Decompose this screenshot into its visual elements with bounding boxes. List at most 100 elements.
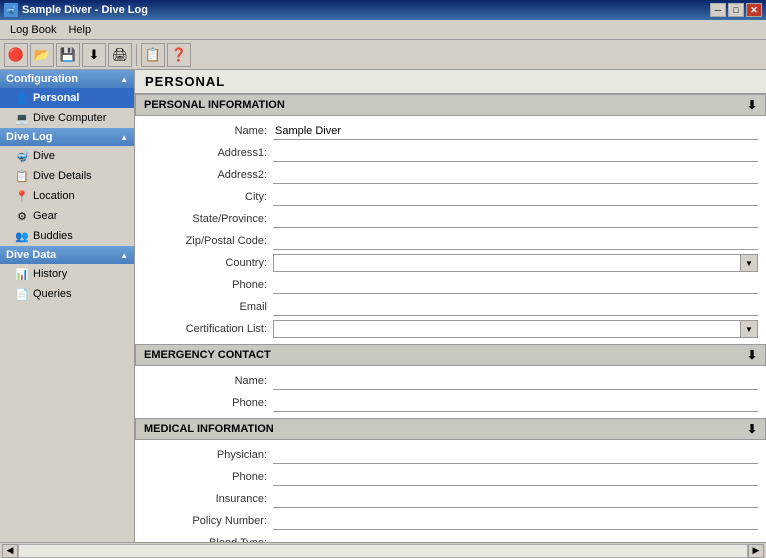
select-country[interactable] xyxy=(273,254,758,272)
section-medical-info: MEDICAL INFORMATION ⬇ Physician: Phone: … xyxy=(135,418,766,542)
input-zip[interactable] xyxy=(273,232,758,250)
sidebar-item-buddies[interactable]: 👥 Buddies xyxy=(0,226,134,246)
label-address1: Address1: xyxy=(143,147,273,159)
label-insurance: Insurance: xyxy=(143,493,273,505)
dive-icon: 🤿 xyxy=(14,148,30,164)
sidebar-item-queries[interactable]: 📄 Queries xyxy=(0,284,134,304)
location-icon: 📍 xyxy=(14,188,30,204)
personal-info-header-label: PERSONAL INFORMATION xyxy=(144,99,285,111)
dive-details-icon: 📋 xyxy=(14,168,30,184)
input-physician[interactable] xyxy=(273,446,758,464)
input-city[interactable] xyxy=(273,188,758,206)
maximize-button[interactable]: □ xyxy=(728,3,744,17)
dive-computer-icon: 💻 xyxy=(14,110,30,126)
input-name[interactable] xyxy=(273,122,758,140)
medical-header-label: MEDICAL INFORMATION xyxy=(144,423,274,435)
select-wrapper-certification: ▼ xyxy=(273,320,758,338)
section-header-configuration[interactable]: Configuration ▲ xyxy=(0,70,134,88)
form-row-city: City: xyxy=(135,186,766,208)
medical-collapse-icon: ⬇ xyxy=(747,422,757,436)
form-row-certification: Certification List: ▼ xyxy=(135,318,766,340)
input-email[interactable] xyxy=(273,298,758,316)
label-state: State/Province: xyxy=(143,213,273,225)
form-row-emergency-phone: Phone: xyxy=(135,392,766,414)
form-row-emergency-name: Name: xyxy=(135,370,766,392)
menu-help[interactable]: Help xyxy=(62,22,97,38)
input-address1[interactable] xyxy=(273,144,758,162)
toolbar-print[interactable]: 🖨 xyxy=(108,43,132,67)
form-row-phone: Phone: xyxy=(135,274,766,296)
input-emergency-phone[interactable] xyxy=(273,394,758,412)
toolbar-open[interactable]: 📂 xyxy=(30,43,54,67)
right-panel: PERSONAL PERSONAL INFORMATION ⬇ Name: Ad… xyxy=(135,70,766,542)
queries-label: Queries xyxy=(33,288,72,300)
sidebar-item-gear[interactable]: ⚙ Gear xyxy=(0,206,134,226)
label-policy-number: Policy Number: xyxy=(143,515,273,527)
personal-info-content: Name: Address1: Address2: City: State/Pr… xyxy=(135,116,766,344)
toolbar-help[interactable]: ❓ xyxy=(167,43,191,67)
toolbar-save[interactable]: 💾 xyxy=(56,43,80,67)
form-row-insurance: Insurance: xyxy=(135,488,766,510)
input-state[interactable] xyxy=(273,210,758,228)
section-header-dive-data[interactable]: Dive Data ▲ xyxy=(0,246,134,264)
gear-label: Gear xyxy=(33,210,57,222)
configuration-items: 👤 Personal 💻 Dive Computer xyxy=(0,88,134,128)
menu-bar: Log Book Help xyxy=(0,20,766,40)
close-button[interactable]: ✕ xyxy=(746,3,762,17)
medical-content: Physician: Phone: Insurance: Policy Numb… xyxy=(135,440,766,542)
toolbar-download[interactable]: ⬇ xyxy=(82,43,106,67)
sidebar-item-location[interactable]: 📍 Location xyxy=(0,186,134,206)
label-city: City: xyxy=(143,191,273,203)
toolbar-new[interactable]: 🔴 xyxy=(4,43,28,67)
label-emergency-phone: Phone: xyxy=(143,397,273,409)
scroll-left-button[interactable]: ◀ xyxy=(2,544,18,558)
toolbar: 🔴 📂 💾 ⬇ 🖨 📋 ❓ xyxy=(0,40,766,70)
form-row-medical-phone: Phone: xyxy=(135,466,766,488)
buddies-icon: 👥 xyxy=(14,228,30,244)
toolbar-separator xyxy=(136,44,137,66)
dive-log-label: Dive Log xyxy=(6,131,52,143)
label-blood-type: Blood Type: xyxy=(143,537,273,542)
section-personal-info: PERSONAL INFORMATION ⬇ Name: Address1: A… xyxy=(135,94,766,344)
label-emergency-name: Name: xyxy=(143,375,273,387)
scroll-right-button[interactable]: ▶ xyxy=(748,544,764,558)
dive-details-label: Dive Details xyxy=(33,170,92,182)
minimize-button[interactable]: ─ xyxy=(710,3,726,17)
emergency-collapse-icon: ⬇ xyxy=(747,348,757,362)
history-label: History xyxy=(33,268,67,280)
section-header-dive-log[interactable]: Dive Log ▲ xyxy=(0,128,134,146)
personal-icon: 👤 xyxy=(14,90,30,106)
form-row-zip: Zip/Postal Code: xyxy=(135,230,766,252)
input-phone[interactable] xyxy=(273,276,758,294)
input-address2[interactable] xyxy=(273,166,758,184)
input-emergency-name[interactable] xyxy=(273,372,758,390)
menu-logbook[interactable]: Log Book xyxy=(4,22,62,38)
label-country: Country: xyxy=(143,257,273,269)
form-row-address2: Address2: xyxy=(135,164,766,186)
input-medical-phone[interactable] xyxy=(273,468,758,486)
sidebar-item-history[interactable]: 📊 History xyxy=(0,264,134,284)
queries-icon: 📄 xyxy=(14,286,30,302)
dive-log-arrow: ▲ xyxy=(120,133,128,142)
toolbar-copy[interactable]: 📋 xyxy=(141,43,165,67)
sidebar-item-dive-computer[interactable]: 💻 Dive Computer xyxy=(0,108,134,128)
input-insurance[interactable] xyxy=(273,490,758,508)
accordion-header-medical[interactable]: MEDICAL INFORMATION ⬇ xyxy=(135,418,766,440)
sidebar-item-dive-details[interactable]: 📋 Dive Details xyxy=(0,166,134,186)
accordion-header-emergency[interactable]: EMERGENCY CONTACT ⬇ xyxy=(135,344,766,366)
select-certification[interactable] xyxy=(273,320,758,338)
configuration-arrow: ▲ xyxy=(120,75,128,84)
input-blood-type[interactable] xyxy=(273,534,758,542)
label-address2: Address2: xyxy=(143,169,273,181)
personal-info-collapse-icon: ⬇ xyxy=(747,98,757,112)
input-policy-number[interactable] xyxy=(273,512,758,530)
select-wrapper-country: ▼ xyxy=(273,254,758,272)
label-physician: Physician: xyxy=(143,449,273,461)
accordion-header-personal-info[interactable]: PERSONAL INFORMATION ⬇ xyxy=(135,94,766,116)
form-row-policy-number: Policy Number: xyxy=(135,510,766,532)
dive-log-items: 🤿 Dive 📋 Dive Details 📍 Location ⚙ Gear … xyxy=(0,146,134,246)
section-emergency-contact: EMERGENCY CONTACT ⬇ Name: Phone: xyxy=(135,344,766,418)
label-phone: Phone: xyxy=(143,279,273,291)
sidebar-item-personal[interactable]: 👤 Personal xyxy=(0,88,134,108)
sidebar-item-dive[interactable]: 🤿 Dive xyxy=(0,146,134,166)
